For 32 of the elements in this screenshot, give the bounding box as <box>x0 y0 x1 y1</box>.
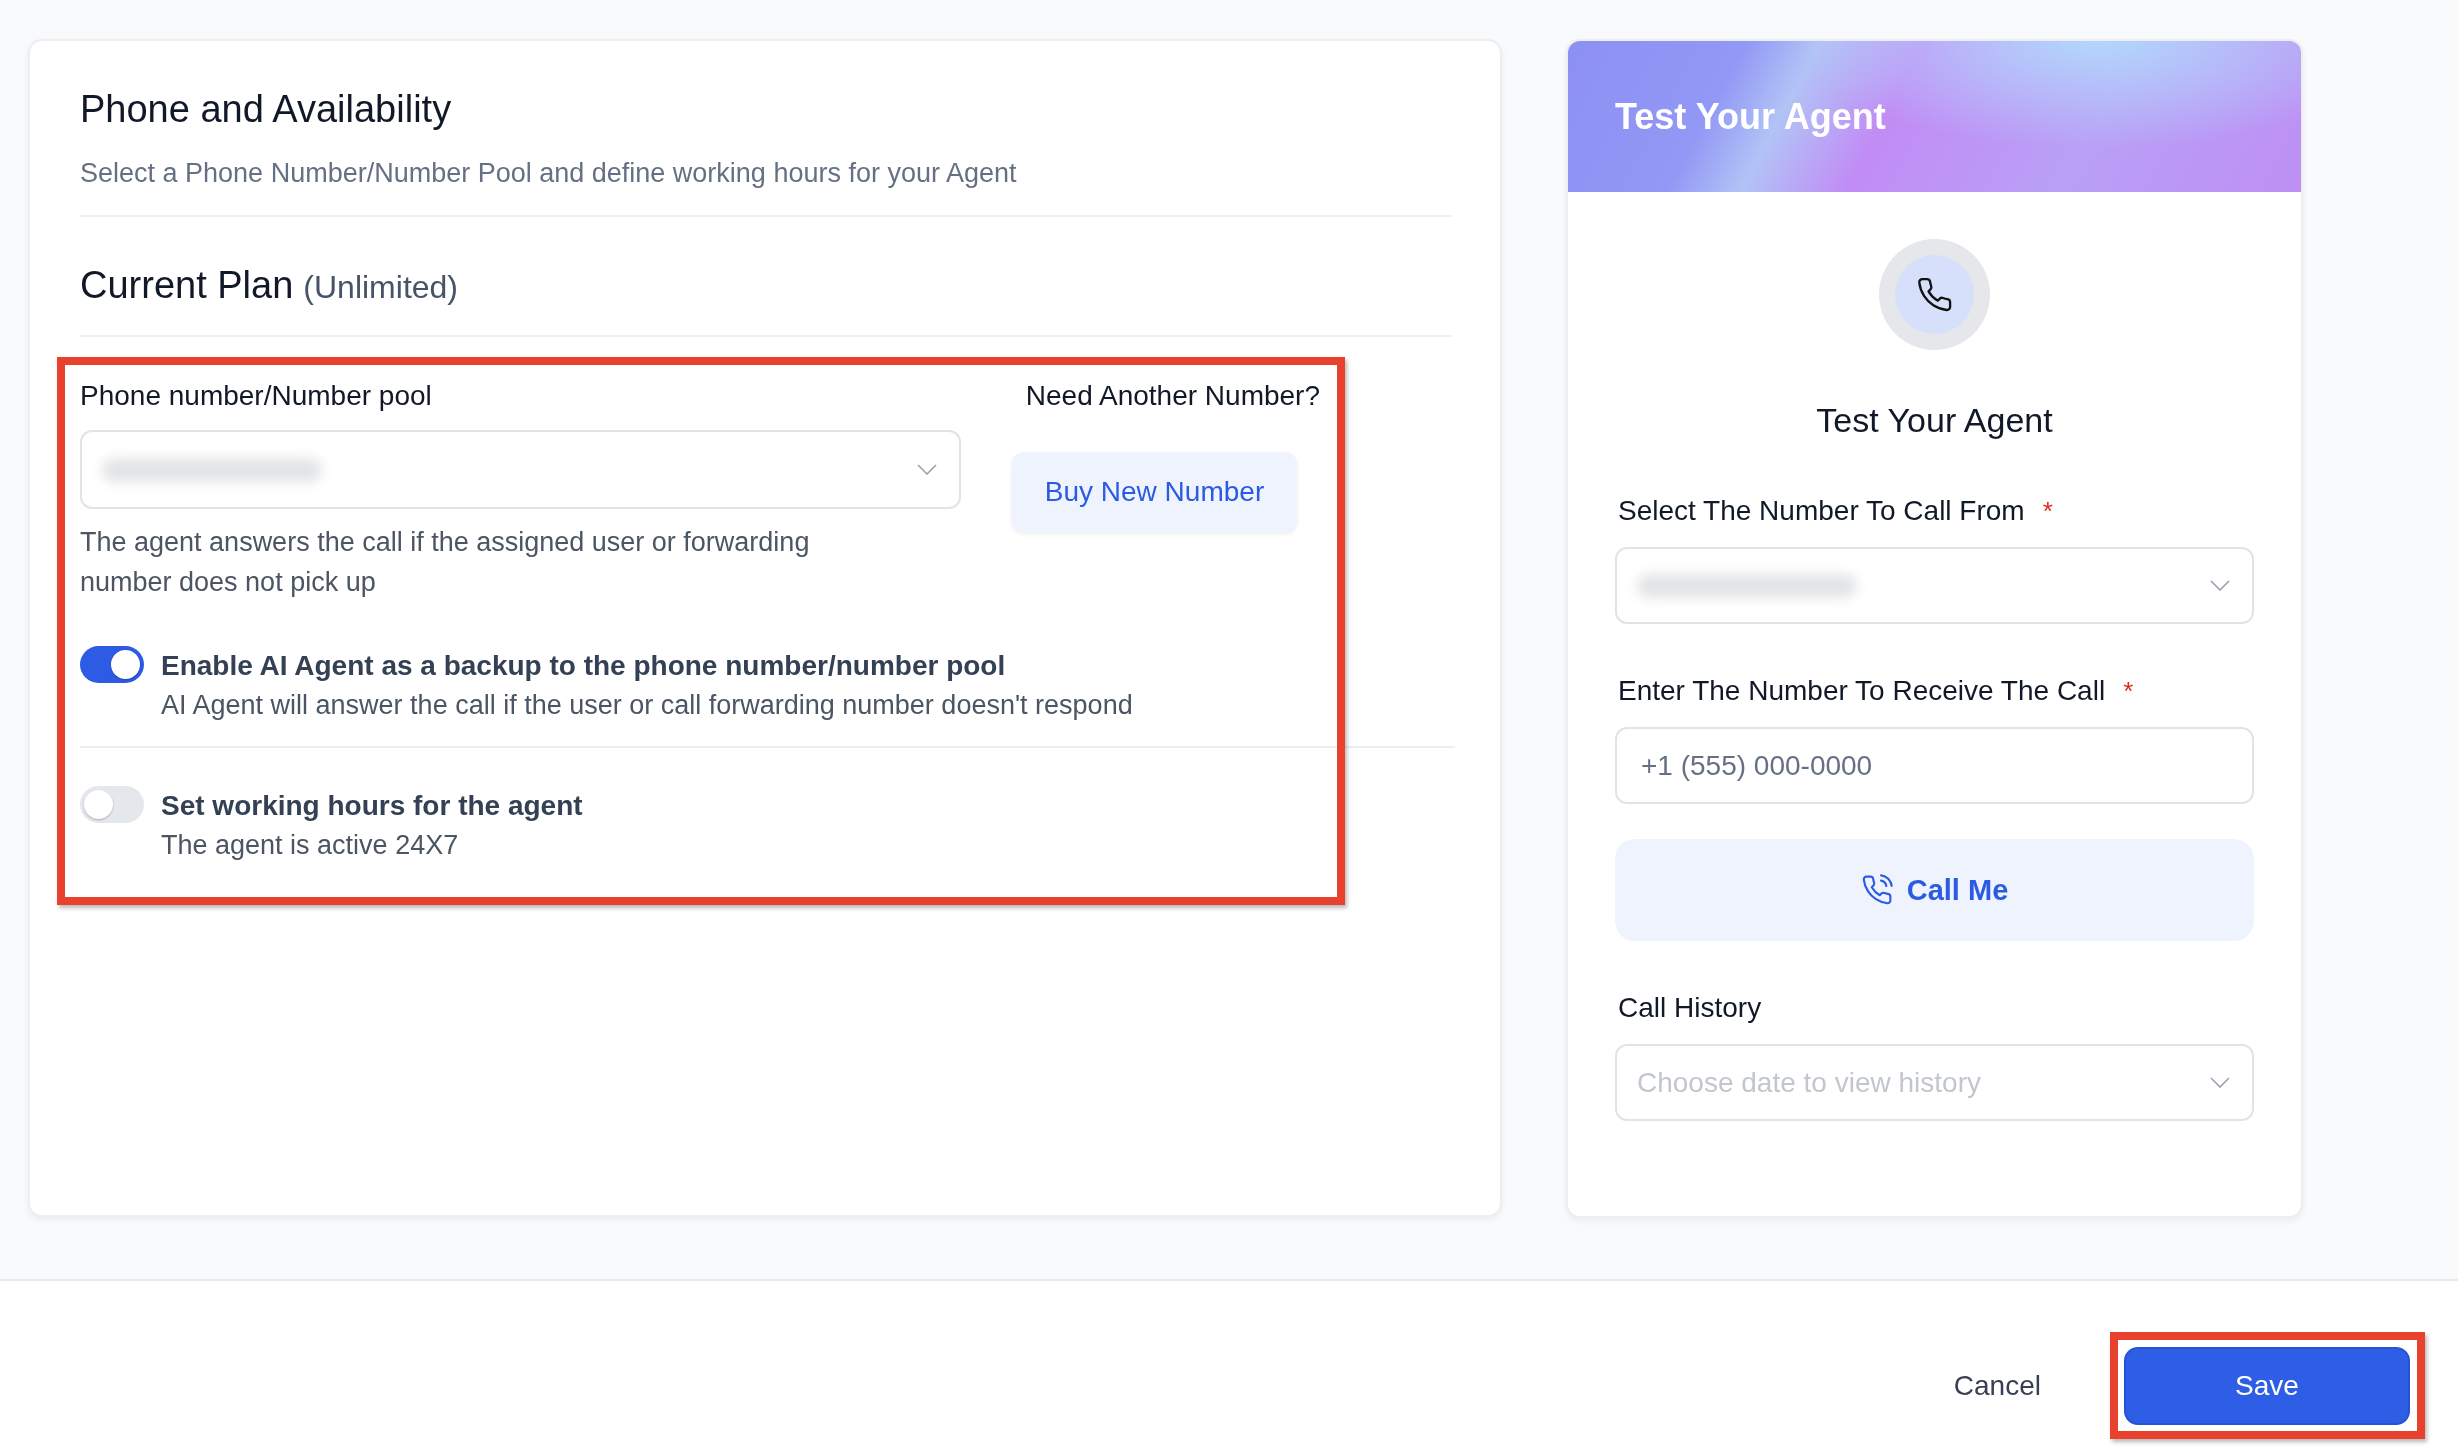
plan-value: (Unlimited) <box>303 268 458 307</box>
chevron-down-icon <box>2210 1077 2230 1088</box>
cancel-button[interactable]: Cancel <box>1933 1360 2061 1412</box>
toggle-description: AI Agent will answer the call if the user or call forwarding number doesn't respond <box>161 689 1133 722</box>
chevron-down-icon <box>2210 580 2230 591</box>
field-label: Call History <box>1618 991 1762 1025</box>
chevron-down-icon <box>917 464 937 475</box>
aside-label: Need Another Number? <box>1025 379 1320 413</box>
field-label: Select The Number To Call From <box>1618 494 2025 528</box>
required-asterisk: * <box>2042 496 2053 527</box>
field-label: Phone number/Number pool <box>80 379 433 413</box>
toggle-description: The agent is active 24X7 <box>161 829 460 862</box>
phone-call-icon <box>1860 874 1893 906</box>
buy-number-button[interactable]: Buy New Number <box>1012 452 1297 532</box>
field-label: Enter The Number To Receive The Call <box>1618 674 2106 708</box>
toggle-label: Set working hours for the agent <box>161 789 583 823</box>
plan-label: Current Plan <box>80 263 294 308</box>
section-subtitle: Select a Phone Number/Number Pool and define working hours for your Agent <box>80 157 1018 190</box>
header-title: Test Your Agent <box>1615 95 1886 138</box>
card-title: Test Your Agent <box>1816 400 2053 440</box>
toggle-switch[interactable] <box>80 786 144 823</box>
helper-text: The agent answers the call if the assigned user or forwarding number does not pick up <box>80 526 811 599</box>
toggle-switch[interactable] <box>80 646 144 683</box>
phone-icon <box>1879 239 1990 350</box>
section-title: Phone and Availability <box>80 87 453 131</box>
toggle-label: Enable AI Agent as a backup to the phone number/number pool <box>161 649 1007 683</box>
phone-input[interactable]: +1 (555) 000-0000 <box>1615 727 2254 804</box>
call-me-button[interactable]: Call Me <box>1615 839 2254 941</box>
save-button[interactable]: Save <box>2124 1347 2410 1425</box>
select-field[interactable] <box>80 430 961 509</box>
select-field[interactable] <box>1615 547 2254 624</box>
required-asterisk: * <box>2123 676 2134 707</box>
